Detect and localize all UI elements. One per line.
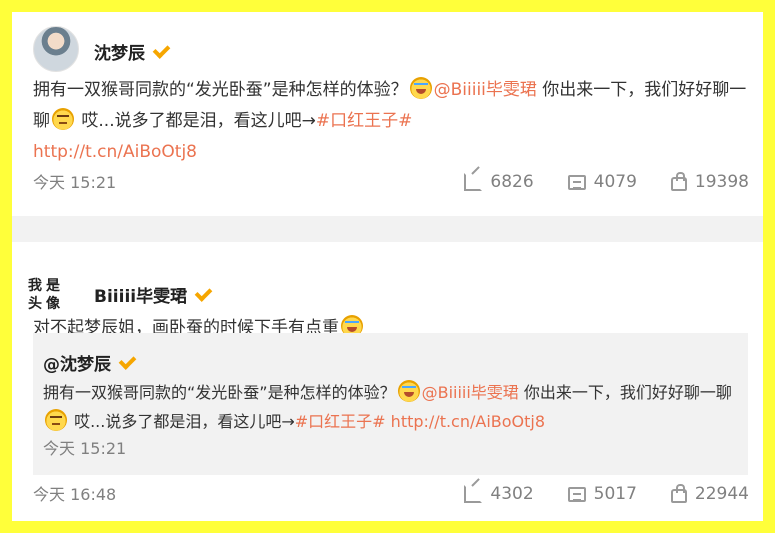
quoted-author[interactable]: @沈梦辰 — [43, 350, 137, 375]
post-time[interactable]: 今天 15:21 — [33, 169, 116, 193]
like-button[interactable]: 19398 — [670, 172, 749, 192]
url-link[interactable]: http://t.cn/AiBoOtj8 — [33, 142, 197, 162]
author-name-text[interactable]: 沈梦辰 — [94, 44, 145, 64]
quoted-author-text[interactable]: @沈梦辰 — [43, 355, 111, 375]
author-name[interactable]: Biiiii毕雯珺 — [94, 282, 213, 307]
comment-count: 5017 — [593, 484, 637, 504]
laugh-cry-emoji-icon — [409, 77, 432, 99]
mention-link[interactable]: @Biiiii毕雯珺 — [434, 80, 537, 100]
quoted-text-part: 拥有一双猴哥同款的“发光卧蚕”是种怎样的体验？ — [43, 383, 396, 402]
avatar-text-char: 头 — [28, 296, 42, 312]
comment-icon — [567, 174, 586, 190]
post-time[interactable]: 今天 16:48 — [33, 481, 116, 505]
avatar-text-char: 像 — [46, 296, 60, 312]
hashtag-link[interactable]: #口红王子# — [295, 412, 386, 431]
quoted-text: 拥有一双猴哥同款的“发光卧蚕”是种怎样的体验？ @Biiiii毕雯珺 你出来一下，… — [43, 378, 743, 436]
post-actions: 4302 5017 22944 — [464, 484, 749, 504]
laugh-cry-emoji-icon — [397, 380, 420, 402]
hmm-emoji-icon — [52, 108, 74, 130]
avatar-text-char: 是 — [46, 278, 60, 294]
thumbs-up-icon — [670, 172, 687, 191]
comment-button[interactable]: 4079 — [567, 172, 637, 192]
quoted-text-part: 你出来一下，我们好好聊一聊 — [518, 383, 732, 402]
quoted-time[interactable]: 今天 15:21 — [43, 435, 126, 459]
like-button[interactable]: 22944 — [670, 484, 749, 504]
mention-link[interactable]: @Biiiii毕雯珺 — [422, 383, 519, 402]
like-count: 19398 — [694, 172, 749, 192]
share-icon — [464, 485, 483, 503]
post-actions: 6826 4079 19398 — [464, 172, 749, 192]
comment-count: 4079 — [593, 172, 637, 192]
repost-count: 4302 — [490, 484, 534, 504]
url-link[interactable]: http://t.cn/AiBoOtj8 — [386, 412, 545, 431]
verified-v-icon — [193, 287, 213, 303]
hmm-emoji-icon — [45, 409, 67, 431]
author-avatar[interactable] — [33, 26, 79, 72]
verified-v-icon — [117, 355, 137, 371]
comment-icon — [567, 486, 586, 502]
share-icon — [464, 173, 483, 191]
quoted-post[interactable]: @沈梦辰 拥有一双猴哥同款的“发光卧蚕”是种怎样的体验？ @Biiiii毕雯珺 你… — [33, 333, 748, 475]
author-avatar-placeholder[interactable]: 我 是 头 像 — [21, 272, 67, 318]
repost-count: 6826 — [490, 172, 534, 192]
author-name[interactable]: 沈梦辰 — [94, 39, 171, 64]
post-text-part: 哎...说多了都是泪，看这儿吧→ — [76, 111, 316, 131]
verified-v-icon — [151, 44, 171, 60]
repost-button[interactable]: 4302 — [464, 484, 534, 504]
post-text-part: 拥有一双猴哥同款的“发光卧蚕”是种怎样的体验？ — [33, 80, 408, 100]
post-text: 拥有一双猴哥同款的“发光卧蚕”是种怎样的体验？ @Biiiii毕雯珺 你出来一下，… — [33, 75, 753, 168]
avatar-text-char: 我 — [28, 278, 42, 294]
author-name-text[interactable]: Biiiii毕雯珺 — [94, 287, 187, 307]
like-count: 22944 — [694, 484, 749, 504]
comment-button[interactable]: 5017 — [567, 484, 637, 504]
repost-button[interactable]: 6826 — [464, 172, 534, 192]
thumbs-up-icon — [670, 484, 687, 503]
weibo-post-1: 沈梦辰 拥有一双猴哥同款的“发光卧蚕”是种怎样的体验？ @Biiiii毕雯珺 你出… — [12, 12, 763, 216]
hashtag-link[interactable]: #口红王子# — [316, 111, 413, 131]
quoted-text-part: 哎...说多了都是泪，看这儿吧→ — [69, 412, 295, 431]
